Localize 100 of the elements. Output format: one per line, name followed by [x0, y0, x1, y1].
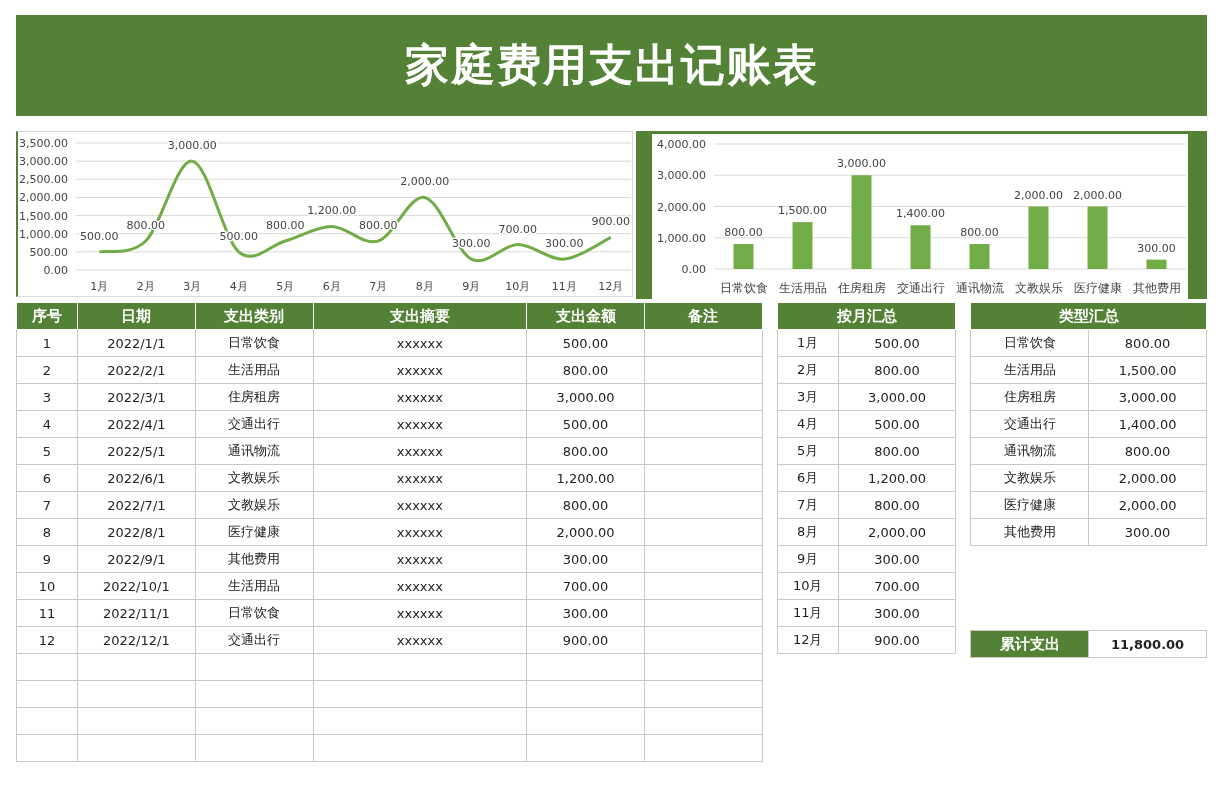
table-cell: 700.00 — [526, 572, 645, 600]
data-label: 900.00 — [591, 215, 630, 229]
x-axis-label: 文教娱乐 — [1014, 281, 1063, 295]
table-cell: xxxxxx — [313, 356, 527, 384]
table-cell: 5月 — [777, 437, 839, 465]
table-cell: 医疗健康 — [195, 518, 314, 546]
table-cell: 300.00 — [526, 545, 645, 573]
y-axis-label: 1,000.00 — [657, 231, 706, 245]
x-axis-label: 11月 — [551, 280, 577, 293]
bar — [1028, 206, 1049, 269]
table-cell: 2,000.00 — [1088, 464, 1207, 492]
x-axis-label: 生活用品 — [778, 281, 827, 295]
x-axis-label: 医疗健康 — [1073, 281, 1122, 295]
table-cell: 6 — [16, 464, 78, 492]
x-axis-label: 10月 — [505, 280, 531, 293]
column-header: 备注 — [644, 302, 763, 330]
table-cell: 1,200.00 — [838, 464, 956, 492]
table-cell: 1月 — [777, 329, 839, 357]
table-cell: 3,000.00 — [526, 383, 645, 411]
table-cell: 2,000.00 — [526, 518, 645, 546]
column-header: 按月汇总 — [777, 302, 956, 330]
table-cell: 交通出行 — [970, 410, 1089, 438]
table-cell: 7月 — [777, 491, 839, 519]
table-cell: 2022/12/1 — [77, 626, 196, 654]
table-cell: 800.00 — [838, 356, 956, 384]
table-cell: xxxxxx — [313, 545, 527, 573]
bar — [733, 244, 754, 269]
table-cell: 4月 — [777, 410, 839, 438]
table-cell: 7 — [16, 491, 78, 519]
x-axis-label: 住房租房 — [837, 281, 886, 295]
bar — [792, 222, 813, 269]
table-cell: 10月 — [777, 572, 839, 600]
y-axis-label: 4,000.00 — [657, 138, 706, 151]
table-cell: 8月 — [777, 518, 839, 546]
table-cell: 通讯物流 — [195, 437, 314, 465]
table-cell: xxxxxx — [313, 518, 527, 546]
table-cell: 12 — [16, 626, 78, 654]
table-cell: 6月 — [777, 464, 839, 492]
data-label: 700.00 — [498, 222, 537, 236]
data-label: 300.00 — [545, 237, 584, 251]
table-cell: 500.00 — [526, 329, 645, 357]
bar — [969, 244, 990, 269]
table-cell: xxxxxx — [313, 383, 527, 411]
table-cell: xxxxxx — [313, 626, 527, 654]
total-value: 11,800.00 — [1088, 630, 1207, 658]
table-cell: 2022/1/1 — [77, 329, 196, 357]
x-axis-label: 4月 — [229, 280, 248, 293]
table-cell: 300.00 — [838, 599, 956, 627]
table-cell: 9月 — [777, 545, 839, 573]
table-cell: 800.00 — [838, 437, 956, 465]
data-label: 3,000.00 — [837, 157, 886, 171]
table-cell: 其他费用 — [195, 545, 314, 573]
data-label: 2,000.00 — [1014, 188, 1063, 202]
table-cell: 2022/4/1 — [77, 410, 196, 438]
bar — [1087, 206, 1108, 269]
column-header: 类型汇总 — [970, 302, 1207, 330]
table-cell: 2 — [16, 356, 78, 384]
table-cell: 800.00 — [838, 491, 956, 519]
y-axis-label: 1,500.00 — [19, 209, 68, 223]
y-axis-label: 2,000.00 — [657, 200, 706, 214]
data-label: 800.00 — [724, 226, 763, 239]
y-axis-label: 1,000.00 — [19, 227, 68, 241]
x-axis-label: 日常饮食 — [719, 281, 768, 295]
x-axis-label: 1月 — [90, 280, 109, 293]
y-axis-label: 3,500.00 — [19, 137, 68, 150]
x-axis-label: 交通出行 — [896, 281, 945, 295]
x-axis-label: 2月 — [136, 280, 155, 293]
total-label: 累计支出 — [970, 630, 1089, 658]
table-cell: xxxxxx — [313, 329, 527, 357]
x-axis-label: 6月 — [322, 280, 341, 293]
x-axis-label: 通讯物流 — [955, 281, 1004, 295]
table-cell: 9 — [16, 545, 78, 573]
table-cell: 300.00 — [838, 545, 956, 573]
table-cell: 5 — [16, 437, 78, 465]
table-cell: 800.00 — [1088, 329, 1207, 357]
x-axis-label: 12月 — [598, 280, 624, 293]
table-cell: 500.00 — [838, 410, 956, 438]
table-cell: 2,000.00 — [838, 518, 956, 546]
table-cell: 2022/6/1 — [77, 464, 196, 492]
table-cell: 2022/10/1 — [77, 572, 196, 600]
table-cell: 4 — [16, 410, 78, 438]
x-axis-label: 7月 — [369, 280, 388, 293]
table-cell: 1 — [16, 329, 78, 357]
table-cell: 3,000.00 — [1088, 383, 1207, 411]
data-label: 800.00 — [266, 218, 305, 232]
data-label: 500.00 — [80, 229, 119, 243]
table-cell: xxxxxx — [313, 410, 527, 438]
table-cell: 住房租房 — [970, 383, 1089, 411]
table-cell: 11月 — [777, 599, 839, 627]
table-cell: 1,400.00 — [1088, 410, 1207, 438]
data-label: 1,500.00 — [778, 204, 827, 218]
table-cell: 500.00 — [838, 329, 956, 357]
table-cell: 2022/8/1 — [77, 518, 196, 546]
table-cell: 800.00 — [526, 437, 645, 465]
table-cell: 其他费用 — [970, 518, 1089, 546]
table-cell: xxxxxx — [313, 572, 527, 600]
table-cell: 900.00 — [838, 626, 956, 654]
x-axis-label: 5月 — [276, 280, 295, 293]
table-cell: 300.00 — [526, 599, 645, 627]
table-cell: 800.00 — [526, 356, 645, 384]
